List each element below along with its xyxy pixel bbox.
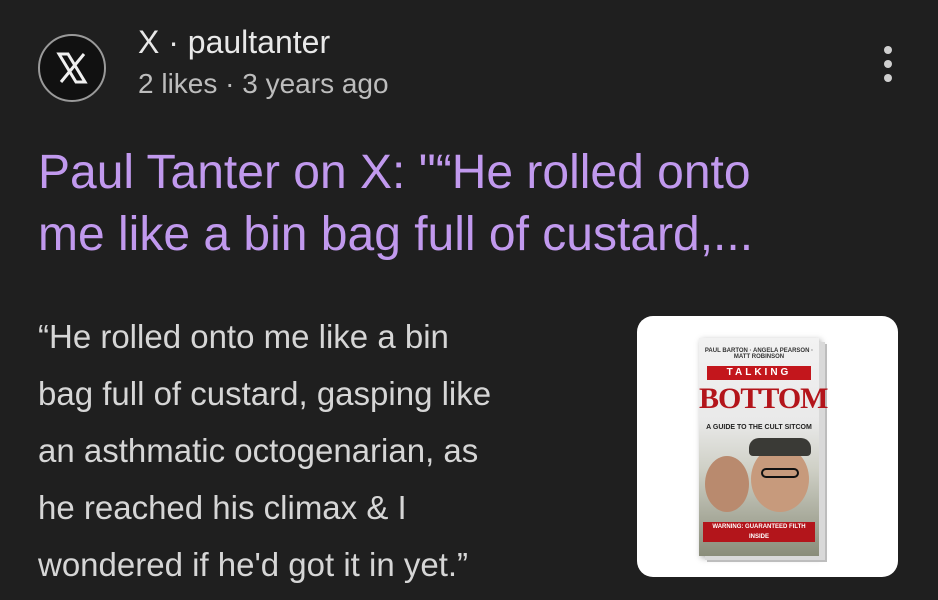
book-figure-hat <box>749 438 811 456</box>
result-snippet: “He rolled onto me like a bin bag full o… <box>38 308 618 593</box>
meta-line: 2 likes · 3 years ago <box>138 68 389 99</box>
result-thumbnail[interactable]: PAUL BARTON · ANGELA PEARSON · MATT ROBI… <box>637 316 898 577</box>
source-line[interactable]: X · paultanter <box>138 24 330 61</box>
book-subtitle: A GUIDE TO THE CULT SITCOM <box>706 424 812 431</box>
snippet-line: bag full of custard, gasping like <box>38 375 492 412</box>
snippet-line: “He rolled onto me like a bin <box>38 318 449 355</box>
book-title-bottom: BOTTOM <box>699 382 828 415</box>
snippet-line: an asthmatic octogenarian, as <box>38 432 479 469</box>
book-warning-banner: WARNING: GUARANTEED FILTH INSIDE <box>703 522 815 542</box>
book-figure-left <box>705 456 749 512</box>
title-line-1[interactable]: Paul Tanter on X: "“He rolled onto <box>38 146 751 199</box>
book-cover-image: PAUL BARTON · ANGELA PEARSON · MATT ROBI… <box>699 338 828 556</box>
snippet-line: he reached his climax & I <box>38 489 407 526</box>
book-figure-glasses <box>761 468 799 478</box>
book-title-talking: TALKING <box>707 366 811 380</box>
result-title[interactable]: Paul Tanter on X: "“He rolled onto me li… <box>38 142 898 266</box>
title-line-2[interactable]: me like a bin bag full of custard,... <box>38 208 753 261</box>
result-header: X · paultanter 2 likes · 3 years ago <box>38 24 908 104</box>
book-authors: PAUL BARTON · ANGELA PEARSON · MATT ROBI… <box>704 348 814 360</box>
snippet-line: wondered if he'd got it in yet.” <box>38 546 469 583</box>
x-logo-icon[interactable] <box>38 34 106 102</box>
more-vertical-icon[interactable] <box>868 44 908 84</box>
